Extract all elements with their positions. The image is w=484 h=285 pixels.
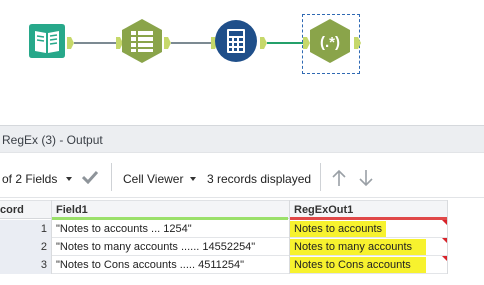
checkmark-icon[interactable] [82, 170, 98, 184]
field1-cell[interactable]: "Notes to Cons accounts ..... 4511254" [56, 259, 244, 271]
select-tool[interactable] [118, 17, 166, 65]
connection-line[interactable] [171, 42, 211, 44]
regex-tool[interactable]: (.*) [306, 17, 354, 65]
output-anchor[interactable] [164, 37, 171, 49]
chevron-down-icon[interactable] [66, 177, 72, 181]
table-list-icon [122, 19, 162, 63]
column-header-field1[interactable]: Field1 [56, 204, 88, 216]
table-row[interactable]: 1 "Notes to accounts ... 1254" Notes to … [0, 220, 448, 238]
formula-tool[interactable] [212, 17, 260, 65]
column-header-record[interactable]: cord [0, 204, 24, 216]
regex-tool-label: (.*) [320, 34, 340, 51]
arrow-up-icon[interactable] [331, 169, 347, 187]
table-row[interactable]: 2 "Notes to many accounts ...... 1455225… [0, 238, 448, 256]
panel-title: RegEx (3) - Output [2, 133, 103, 147]
toolbar-divider [111, 163, 112, 191]
column-divider[interactable] [447, 200, 448, 274]
row-number: 3 [40, 259, 47, 271]
cell-viewer-dropdown[interactable]: Cell Viewer [123, 172, 183, 186]
row-number: 1 [40, 223, 47, 235]
records-count: 3 records displayed [207, 172, 312, 186]
workflow-canvas[interactable]: (.*) [0, 0, 484, 125]
results-panel: RegEx (3) - Output of 2 Fields Cell View… [0, 125, 484, 285]
output-anchor[interactable] [354, 37, 361, 49]
regex-icon: (.*) [310, 19, 350, 63]
column-header-regexout1[interactable]: RegExOut1 [294, 204, 353, 216]
regexout1-cell[interactable]: Notes to accounts [294, 223, 382, 235]
input-data-tool[interactable] [23, 17, 71, 65]
panel-header: RegEx (3) - Output [0, 125, 484, 152]
regexout1-cell[interactable]: Notes to many accounts [294, 241, 412, 253]
calculator-globe-icon [215, 20, 257, 62]
field1-cell[interactable]: "Notes to many accounts ...... 14552254" [56, 241, 255, 253]
results-toolbar: of 2 Fields Cell Viewer 3 records displa… [0, 152, 484, 198]
arrow-down-icon[interactable] [358, 169, 374, 187]
fields-dropdown[interactable]: of 2 Fields [2, 172, 57, 186]
column-divider[interactable] [289, 200, 290, 274]
chevron-down-icon[interactable] [190, 177, 196, 181]
output-anchor[interactable] [67, 37, 74, 49]
table-row[interactable]: 3 "Notes to Cons accounts ..... 4511254"… [0, 256, 448, 274]
regexout1-cell[interactable]: Notes to Cons accounts [294, 259, 411, 271]
active-connection-line[interactable] [267, 42, 305, 44]
output-anchor[interactable] [260, 37, 267, 49]
toolbar-divider [320, 163, 321, 191]
connection-line[interactable] [74, 42, 116, 44]
row-number: 2 [40, 241, 47, 253]
field1-cell[interactable]: "Notes to accounts ... 1254" [56, 223, 192, 235]
book-icon [29, 24, 65, 58]
column-divider[interactable] [51, 200, 52, 274]
